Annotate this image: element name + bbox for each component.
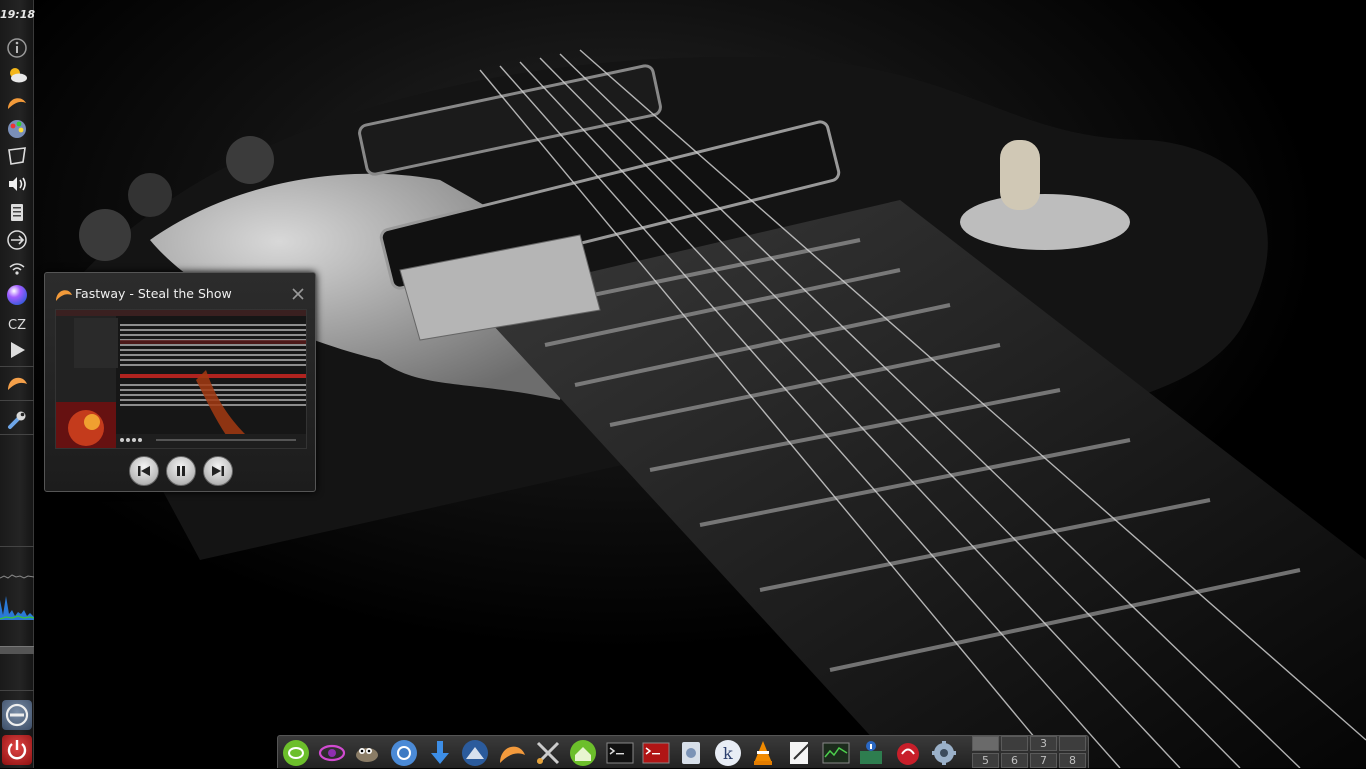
workspace-4[interactable] [1059, 736, 1086, 751]
system-monitor-graph [0, 574, 34, 620]
previous-icon [138, 466, 150, 476]
pause-button[interactable] [166, 456, 196, 486]
tools-icon[interactable] [533, 738, 563, 768]
clementine-icon[interactable] [497, 738, 527, 768]
usb-icon[interactable] [4, 228, 30, 252]
next-button[interactable] [203, 456, 233, 486]
text-editor-icon[interactable] [785, 738, 815, 768]
next-icon [212, 466, 224, 476]
workspace-3[interactable]: 3 [1030, 736, 1057, 751]
logout-button[interactable] [2, 700, 32, 730]
player-window-preview[interactable] [55, 309, 307, 449]
color-picker-icon[interactable] [4, 117, 30, 141]
clementine-icon[interactable] [4, 90, 30, 114]
panel-separator [0, 400, 34, 401]
clock[interactable]: 19:18 [0, 8, 35, 21]
bottom-dock: k [277, 735, 1089, 768]
gimp-icon[interactable] [352, 738, 382, 768]
clementine-icon [55, 285, 73, 303]
network-icon[interactable] [856, 738, 886, 768]
kget-icon[interactable]: k [713, 738, 743, 768]
disk-icon[interactable] [676, 738, 706, 768]
workspace-5[interactable]: 5 [972, 753, 999, 768]
color-orb-icon[interactable] [4, 283, 30, 307]
workspace-2[interactable] [1001, 736, 1028, 751]
panel-mini-bar[interactable] [0, 646, 34, 654]
play-icon[interactable] [4, 338, 30, 362]
workspace-6[interactable]: 6 [1001, 753, 1028, 768]
download-icon[interactable] [425, 738, 455, 768]
volume-icon[interactable] [4, 172, 30, 196]
workspace-1[interactable] [972, 736, 999, 751]
keyboard-layout-indicator[interactable]: CZ [0, 318, 34, 333]
bug-icon[interactable] [893, 738, 923, 768]
left-panel: 19:18 CZ [0, 0, 35, 768]
wifi-icon[interactable] [4, 257, 30, 281]
workspace-7[interactable]: 7 [1030, 753, 1057, 768]
settings-icon[interactable] [929, 738, 959, 768]
clementine-icon[interactable] [4, 370, 30, 394]
panel-separator [0, 366, 34, 367]
info-icon[interactable] [4, 36, 30, 60]
terminal-icon[interactable] [605, 738, 635, 768]
track-title: Fastway - Steal the Show [75, 286, 232, 301]
weather-icon[interactable] [4, 63, 30, 87]
panel-separator [0, 434, 34, 435]
home-icon[interactable] [568, 738, 598, 768]
thunderbird-icon[interactable] [460, 738, 490, 768]
opensuse-icon[interactable] [281, 738, 311, 768]
previous-button[interactable] [129, 456, 159, 486]
wrench-icon[interactable] [4, 408, 30, 432]
chromium-icon[interactable] [389, 738, 419, 768]
eye-icon[interactable] [317, 738, 347, 768]
system-monitor-icon[interactable] [821, 738, 851, 768]
vlc-icon[interactable] [748, 738, 778, 768]
svg-text:k: k [723, 744, 733, 763]
workspace-pager: 3 5 6 7 8 [972, 736, 1088, 768]
close-icon[interactable] [291, 286, 305, 300]
notes-icon[interactable] [4, 144, 30, 168]
playback-controls [129, 456, 233, 488]
pause-icon [177, 466, 185, 476]
panel-separator [0, 690, 34, 691]
media-player-popup: Fastway - Steal the Show [44, 272, 316, 492]
clipboard-icon[interactable] [4, 200, 30, 224]
power-button[interactable] [2, 735, 32, 765]
workspace-8[interactable]: 8 [1059, 753, 1086, 768]
panel-separator [0, 546, 34, 547]
root-terminal-icon[interactable] [641, 738, 671, 768]
